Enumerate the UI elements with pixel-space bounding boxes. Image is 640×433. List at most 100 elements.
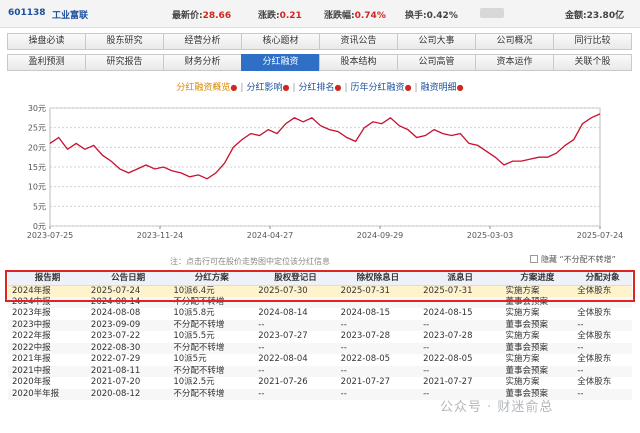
nav-tab[interactable]: 公司大事 [397,33,476,50]
table-cell: 不分配不转增 [169,319,255,331]
table-cell: 全体股东 [577,377,612,388]
table-cell [254,296,337,308]
table-row[interactable]: 2023年报 2024-08-08 10派5.8元 2024-08-14 2024-08… [8,308,632,320]
stock-name[interactable]: 工业富联 [52,8,88,21]
table-row[interactable]: 2022年报 2023-07-22 10派5.5元 2023-07-27 2023-07… [8,331,632,343]
hint-text: 注：点击行可在股价走势图中定位该分红信息 [170,257,330,266]
blurred-field [480,8,504,21]
subtab-dot-icon: ● [334,83,342,92]
price-chart[interactable]: 0元 5元 10元 15元 20元 25元 30元 2023-07-25 2023-11-24 2… [0,96,640,246]
subtab[interactable]: 分红融资概览 [176,83,230,93]
table-cell [336,296,420,308]
table-cell: 不分配不转增 [169,365,255,377]
nav-tab[interactable]: 同行比较 [553,33,632,50]
column-header: 除权除息日 [336,270,420,286]
y-tick-label: 15元 [28,163,46,172]
subtab[interactable]: 分红影响 [246,83,282,93]
nav-tab[interactable]: 盈利预测 [7,54,86,71]
table-cell: 2022-08-04 [258,354,308,365]
nav-tab[interactable]: 股本结构 [319,54,398,71]
dividend-table: 报告期 公告日期 分红方案 股权登记日 除权除息日 派息日 方案进度 分配对象 2024年报 2… [8,270,632,400]
table-cell: -- [254,388,337,400]
table-cell: 2021-07-20 [90,377,141,388]
quote-bar: 601138 工业富联 最新价:28.66 涨跌:0.21 涨跌幅:0.74% … [0,0,640,28]
table-cell: 2022年报 [12,331,51,342]
table-cell: 2021中报 [8,365,87,377]
table-cell: 2021-07-27 [340,377,391,388]
table-cell: 2024中报 [8,296,87,308]
subtab[interactable]: 历年分红融资 [351,83,405,93]
table-cell: 不分配不转增 [169,388,255,400]
table-header-row: 报告期 公告日期 分红方案 股权登记日 除权除息日 派息日 方案进度 分配对象 [8,270,632,286]
watermark: 公众号 · 财迷俞总 [440,400,554,415]
subtab[interactable]: 分红排名 [299,83,335,93]
column-header: 报告期 [8,270,87,286]
nav-tab[interactable]: 资本运作 [475,54,554,71]
nav-tab[interactable]: 资讯公告 [319,33,398,50]
table-cell: -- [336,342,420,354]
table-cell: 董事会预案 [501,319,574,331]
table-cell: -- [573,342,632,354]
column-header: 公告日期 [86,270,170,286]
nav-tab[interactable]: 操盘必读 [7,33,86,50]
table-cell: 2020-08-12 [86,388,170,400]
table-cell: -- [336,388,420,400]
table-cell [419,296,502,308]
table-cell: 实施方案 [505,308,540,319]
nav-tab[interactable]: 股东研究 [85,33,164,50]
table-cell: 2022-08-05 [340,354,391,365]
table-cell: 2022-07-29 [90,354,141,365]
latest-price-label: 最新价:28.66 [172,11,232,21]
table-cell: 2022-08-30 [86,342,170,354]
nav-tab[interactable]: 公司高管 [397,54,476,71]
table-cell: 10派2.5元 [173,377,215,388]
table-cell: 实施方案 [505,331,540,342]
amount-value: 23.80亿 [586,11,625,21]
column-header: 方案进度 [501,270,574,286]
table-cell: 2023-07-28 [423,331,473,342]
table-cell: 不分配不转增 [169,296,255,308]
nav-tab[interactable]: 财务分析 [163,54,242,71]
y-tick-label: 10元 [28,183,46,192]
stock-code[interactable]: 601138 [8,8,46,18]
column-header: 派息日 [419,270,502,286]
table-cell: 全体股东 [577,308,612,319]
nav-row-2: 盈利预测 研究报告 财务分析 分红融资 股本结构 公司高管 资本运作 关联个股 [7,54,632,71]
table-row[interactable]: 2024年报 2025-07-24 10派6.4元 2025-07-30 2025-07… [8,285,632,297]
nav-tab[interactable]: 分红融资 [241,54,320,71]
table-cell: -- [336,365,420,377]
nav-tab[interactable]: 研究报告 [85,54,164,71]
table-cell: 2020年报 [12,377,51,388]
subtab-separator: | [414,83,418,93]
table-cell: 实施方案 [505,377,540,388]
subtab[interactable]: 融资明细 [421,83,457,93]
nav-tab[interactable]: 关联个股 [553,54,632,71]
table-cell: 10派6.4元 [169,285,255,297]
x-tick-label: 2024-09-29 [357,231,404,240]
table-cell: 2025-07-31 [336,285,420,297]
table-row[interactable]: 2020年报 2021-07-20 10派2.5元 2021-07-26 2021-07… [8,377,632,389]
table-cell: 2021-07-27 [423,377,473,388]
table-cell: 2023-09-09 [86,319,170,331]
nav-tab[interactable]: 公司概况 [475,33,554,50]
y-tick-label: 25元 [28,124,46,133]
y-tick-label: 20元 [28,143,46,152]
price-line [49,113,601,180]
change-value: 0.21 [279,11,302,21]
table-row[interactable]: 2022中报 2022-08-30 不分配不转增 -- -- -- 董事会预案 -- [8,342,632,354]
x-tick-label: 2023-07-25 [27,231,74,240]
nav-tab[interactable]: 核心题材 [241,33,320,50]
table-row[interactable]: 2021年报 2022-07-29 10派5元 2022-08-04 2022-08-0… [8,354,632,366]
hide-checkbox[interactable]: 隐藏 “不分配不转增” [530,254,616,265]
checkbox-icon[interactable] [530,255,538,263]
table-row[interactable]: 2024中报 2024-08-14 不分配不转增 董事会预案 [8,296,632,308]
table-cell: 2024-08-08 [90,308,141,319]
subtab-bar: 分红融资概览● | 分红影响● | 分红排名● | 历年分红融资● | 融资明细● [0,80,640,94]
table-row[interactable]: 2023中报 2023-09-09 不分配不转增 -- -- -- 董事会预案 -- [8,319,632,331]
table-cell: -- [573,319,632,331]
change-label: 涨跌:0.21 [258,11,302,21]
subtab-dot-icon: ● [282,83,290,92]
table-cell: 2023-07-28 [340,331,391,342]
table-row[interactable]: 2021中报 2021-08-11 不分配不转增 -- -- -- 董事会预案 -- [8,365,632,377]
nav-tab[interactable]: 经营分析 [163,33,242,50]
